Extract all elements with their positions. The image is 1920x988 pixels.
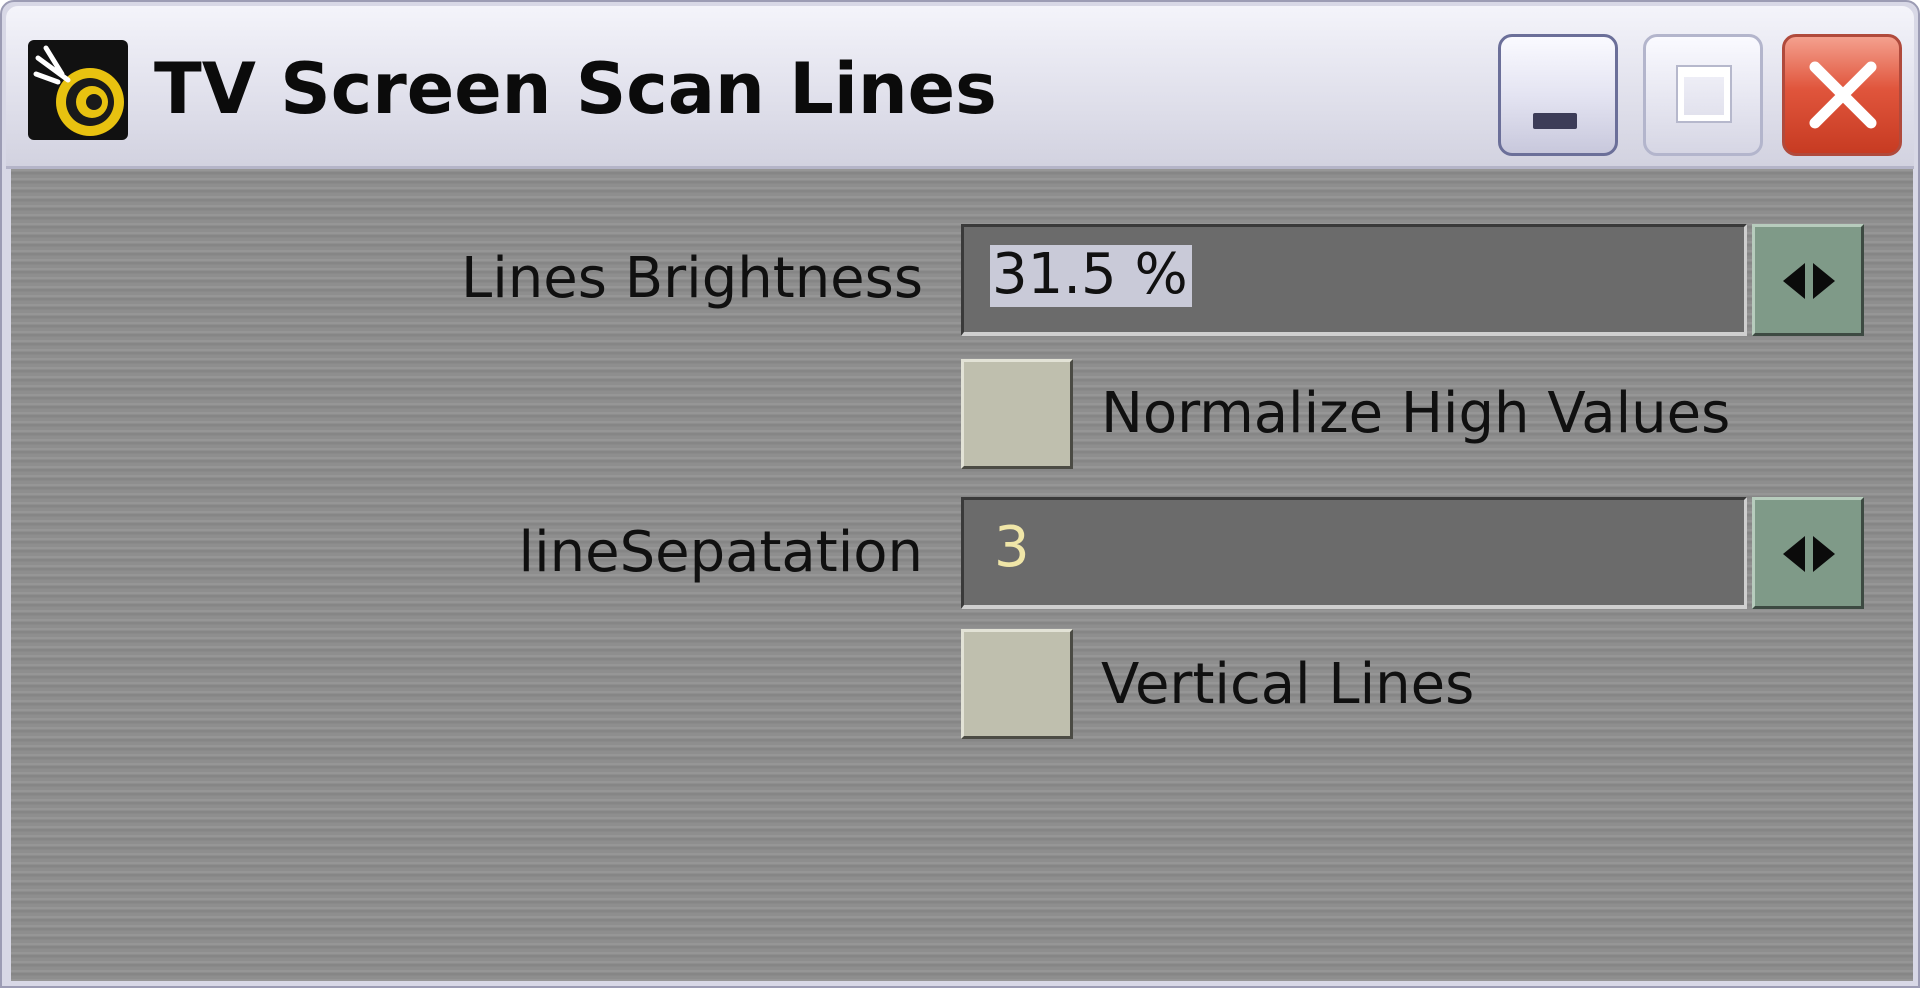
vertical-lines-label: Vertical Lines	[1101, 652, 1475, 717]
minimize-button[interactable]	[1498, 34, 1618, 156]
close-button[interactable]	[1782, 34, 1902, 156]
lines-brightness-label: Lines Brightness	[461, 246, 923, 311]
left-right-arrows-icon	[1783, 536, 1835, 572]
line-separation-value: 3	[994, 515, 1030, 580]
line-separation-spinner[interactable]	[1752, 497, 1864, 609]
lines-brightness-value: 31.5 %	[990, 245, 1192, 307]
line-separation-label: lineSepatation	[518, 520, 923, 585]
vertical-lines-checkbox[interactable]	[961, 629, 1073, 739]
lines-brightness-spinner[interactable]	[1752, 224, 1864, 336]
normalize-high-values-label: Normalize High Values	[1101, 381, 1731, 446]
maximize-icon	[1678, 67, 1730, 121]
window-title: TV Screen Scan Lines	[154, 48, 997, 130]
left-right-arrows-icon	[1783, 263, 1835, 299]
settings-panel: Lines Brightness 31.5 % Normalize High V…	[11, 169, 1913, 981]
normalize-high-values-checkbox[interactable]	[961, 359, 1073, 469]
maximize-button[interactable]	[1643, 34, 1763, 156]
line-separation-input[interactable]: 3	[961, 497, 1747, 609]
plugin-window: TV Screen Scan Lines Lines Brightness 31…	[0, 0, 1920, 988]
title-bar[interactable]: TV Screen Scan Lines	[6, 6, 1914, 169]
lines-brightness-input[interactable]: 31.5 %	[961, 224, 1747, 336]
app-icon[interactable]	[28, 40, 128, 140]
minimize-icon	[1533, 113, 1577, 129]
close-icon	[1809, 61, 1877, 129]
